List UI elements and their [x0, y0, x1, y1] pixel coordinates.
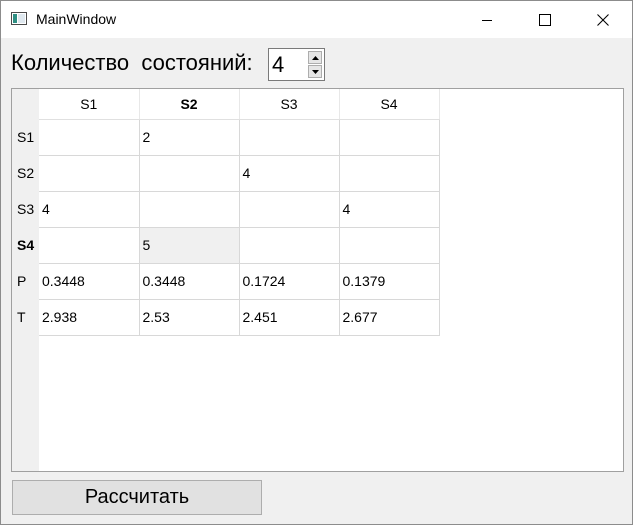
- table-cell[interactable]: [339, 119, 440, 156]
- state-count-label: Количество состояний:: [11, 50, 253, 75]
- state-count-spinbox[interactable]: 4: [268, 48, 325, 81]
- table-row: P 0.3448 0.3448 0.1724 0.1379: [12, 263, 440, 300]
- row-header-s2[interactable]: S2: [12, 155, 39, 191]
- table-cell[interactable]: 0.3448: [139, 263, 240, 300]
- table-row: S4 5: [12, 227, 440, 264]
- table-cell[interactable]: 2.938: [39, 299, 140, 336]
- column-header-s1[interactable]: S1: [39, 89, 140, 120]
- table-corner-button[interactable]: [12, 89, 39, 119]
- table-cell[interactable]: 2.451: [239, 299, 340, 336]
- matrix-grid: S1 S2 S3 S4 S1 2 S2 4 S3 4 4 S4 5 P 0.34…: [12, 89, 440, 336]
- table-cell[interactable]: 4: [339, 191, 440, 228]
- minimize-button[interactable]: [458, 1, 516, 38]
- table-row: T 2.938 2.53 2.451 2.677: [12, 299, 440, 336]
- row-header-s1[interactable]: S1: [12, 119, 39, 155]
- table-cell[interactable]: 4: [39, 191, 140, 228]
- arrow-down-icon: [311, 69, 319, 74]
- state-count-value[interactable]: 4: [272, 52, 284, 78]
- maximize-icon: [539, 13, 551, 26]
- table-cell[interactable]: 2.677: [339, 299, 440, 336]
- table-cell[interactable]: [239, 227, 340, 264]
- table-cell[interactable]: 2.53: [139, 299, 240, 336]
- table-cell[interactable]: [39, 155, 140, 192]
- spin-arrows: [308, 51, 322, 78]
- table-cell-selected[interactable]: 5: [139, 227, 240, 264]
- table-row: S3 4 4: [12, 191, 440, 228]
- table-cell[interactable]: [339, 227, 440, 264]
- window-title: MainWindow: [36, 11, 117, 27]
- table-cell[interactable]: [139, 191, 240, 228]
- table-cell[interactable]: 0.1379: [339, 263, 440, 300]
- column-header-row: S1 S2 S3 S4: [12, 89, 440, 120]
- app-window-icon: [11, 12, 27, 25]
- title-bar[interactable]: MainWindow: [1, 1, 632, 38]
- maximize-button[interactable]: [516, 1, 574, 38]
- table-cell[interactable]: 4: [239, 155, 340, 192]
- table-cell[interactable]: [39, 227, 140, 264]
- arrow-up-icon: [311, 55, 319, 60]
- row-header-s4[interactable]: S4: [12, 227, 39, 263]
- table-cell[interactable]: 2: [139, 119, 240, 156]
- table-cell[interactable]: [239, 119, 340, 156]
- calculate-button[interactable]: Рассчитать: [12, 480, 262, 515]
- main-window: MainWindow Количество состояний: 4 S1 S2…: [0, 0, 633, 525]
- spin-down-button[interactable]: [308, 65, 322, 78]
- table-cell[interactable]: [39, 119, 140, 156]
- transition-table[interactable]: S1 S2 S3 S4 S1 2 S2 4 S3 4 4 S4 5 P 0.34…: [11, 88, 624, 472]
- table-cell[interactable]: [239, 191, 340, 228]
- row-header-s3[interactable]: S3: [12, 191, 39, 227]
- table-cell[interactable]: 0.3448: [39, 263, 140, 300]
- minimize-icon: [482, 19, 492, 21]
- column-header-s2[interactable]: S2: [139, 89, 240, 120]
- table-cell[interactable]: 0.1724: [239, 263, 340, 300]
- column-header-s4[interactable]: S4: [339, 89, 440, 120]
- close-button[interactable]: [574, 1, 632, 38]
- table-row: S2 4: [12, 155, 440, 192]
- close-icon: [597, 13, 609, 26]
- spin-up-button[interactable]: [308, 51, 322, 64]
- table-cell[interactable]: [339, 155, 440, 192]
- table-row: S1 2: [12, 119, 440, 156]
- row-header-p[interactable]: P: [12, 263, 39, 299]
- column-header-s3[interactable]: S3: [239, 89, 340, 120]
- row-header-t[interactable]: T: [12, 299, 39, 335]
- table-cell[interactable]: [139, 155, 240, 192]
